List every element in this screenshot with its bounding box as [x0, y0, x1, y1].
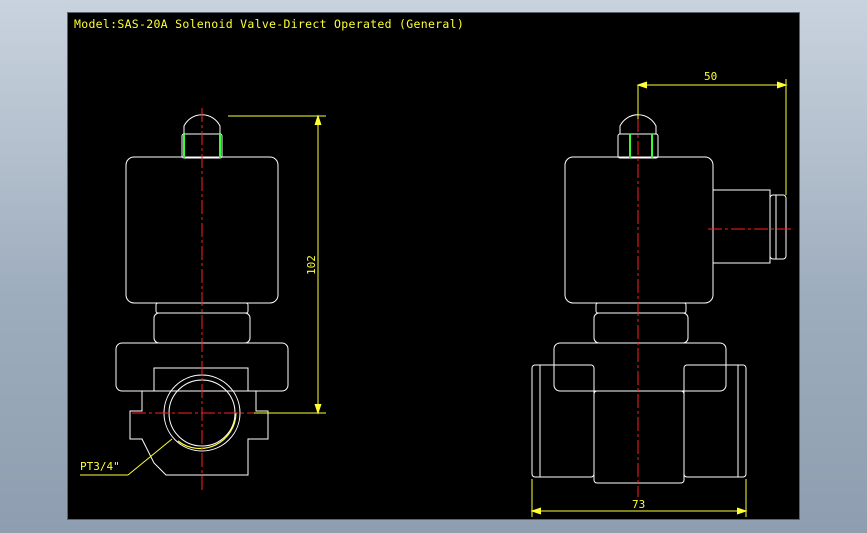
side-stem-accent [629, 134, 653, 158]
front-port-thread [177, 412, 237, 450]
side-view [531, 114, 787, 484]
side-connector [713, 189, 771, 264]
side-coil [564, 156, 714, 304]
port-label: PT3/4" [80, 460, 120, 473]
side-coil-base [595, 302, 687, 314]
side-body-right [683, 364, 747, 478]
dim-width-body-label: 73 [632, 498, 646, 511]
side-body-left [531, 364, 595, 478]
side-flange [553, 342, 727, 392]
side-bonnet [593, 312, 689, 344]
dim-height-label: 102 [305, 255, 318, 275]
dim-width-side-label: 50 [704, 70, 718, 83]
side-centerlines [637, 95, 794, 497]
dim-width-side [636, 79, 788, 195]
side-connector-cap [769, 194, 787, 260]
valve-drawing [80, 79, 794, 517]
side-body-center [593, 390, 685, 484]
front-centerlines [132, 108, 272, 491]
cad-viewport[interactable]: Model:SAS-20A Solenoid Valve-Direct Oper… [67, 12, 800, 520]
front-body [129, 367, 269, 476]
